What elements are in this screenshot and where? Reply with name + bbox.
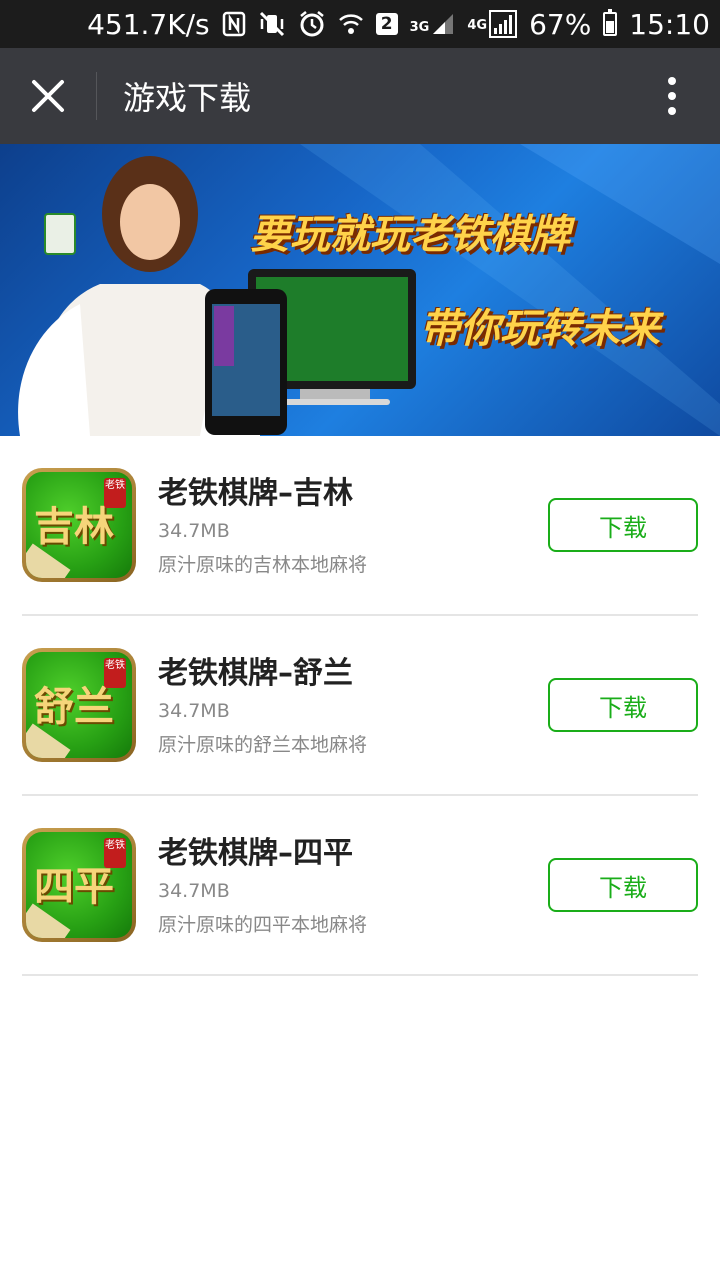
network-3g-label: 3G — [409, 20, 430, 35]
app-icon-text: 舒兰 — [34, 683, 114, 730]
network-speed: 451.7K/s — [87, 7, 210, 41]
app-icon-tag: 老铁 — [104, 478, 126, 508]
app-info: 老铁棋牌–四平 34.7MB 原汁原味的四平本地麻将 — [158, 834, 548, 937]
page-title: 游戏下载 — [123, 79, 252, 117]
app-info: 老铁棋牌–吉林 34.7MB 原汁原味的吉林本地麻将 — [158, 474, 548, 577]
download-button[interactable]: 下载 — [548, 678, 698, 732]
banner-artwork — [18, 144, 720, 436]
list-item: 四平 老铁 老铁棋牌–四平 34.7MB 原汁原味的四平本地麻将 下载 — [22, 796, 698, 976]
app-list: 吉林 老铁 老铁棋牌–吉林 34.7MB 原汁原味的吉林本地麻将 下载 舒兰 老… — [22, 436, 698, 976]
app-icon-tag: 老铁 — [104, 838, 126, 868]
network-4g-label: 4G — [467, 18, 488, 33]
battery-icon — [603, 9, 618, 36]
promo-banner[interactable]: 要玩就玩老铁棋牌 带你玩转未来 — [0, 144, 720, 436]
vibrate-mute-icon — [258, 11, 286, 37]
more-menu-button[interactable] — [624, 48, 720, 144]
title-bar: 游戏下载 — [0, 48, 720, 144]
download-button[interactable]: 下载 — [548, 498, 698, 552]
app-icon-siping[interactable]: 四平 老铁 — [22, 828, 136, 942]
app-size: 34.7MB — [158, 519, 230, 542]
app-description: 原汁原味的四平本地麻将 — [158, 913, 368, 936]
wifi-icon — [338, 12, 364, 36]
app-size: 34.7MB — [158, 699, 230, 722]
clock: 15:10 — [629, 7, 710, 41]
app-icon-text: 吉林 — [34, 503, 114, 550]
sim-badge: 2 — [375, 13, 398, 35]
close-icon — [32, 80, 64, 112]
signal-3g-icon: 3G — [410, 12, 456, 36]
nfc-icon — [222, 11, 246, 37]
app-icon-tag: 老铁 — [104, 658, 126, 688]
app-name: 老铁棋牌–四平 — [158, 835, 353, 871]
close-button[interactable] — [0, 48, 96, 144]
app-icon-text: 四平 — [34, 863, 114, 910]
app-size: 34.7MB — [158, 879, 230, 902]
list-item: 吉林 老铁 老铁棋牌–吉林 34.7MB 原汁原味的吉林本地麻将 下载 — [22, 436, 698, 616]
alarm-icon — [298, 10, 326, 38]
app-icon-jilin[interactable]: 吉林 老铁 — [22, 468, 136, 582]
banner-slogan-1: 要玩就玩老铁棋牌 — [250, 212, 570, 258]
banner-slogan-2: 带你玩转未来 — [420, 306, 660, 352]
app-name: 老铁棋牌–舒兰 — [158, 655, 353, 691]
battery-percent: 67% — [529, 7, 592, 41]
app-description: 原汁原味的吉林本地麻将 — [158, 553, 368, 576]
more-vertical-icon — [668, 77, 676, 115]
signal-4g-icon: 4G — [467, 10, 518, 38]
header-divider — [96, 72, 97, 120]
app-icon-shulan[interactable]: 舒兰 老铁 — [22, 648, 136, 762]
download-button[interactable]: 下载 — [548, 858, 698, 912]
app-info: 老铁棋牌–舒兰 34.7MB 原汁原味的舒兰本地麻将 — [158, 654, 548, 757]
app-description: 原汁原味的舒兰本地麻将 — [158, 733, 368, 756]
app-name: 老铁棋牌–吉林 — [158, 475, 353, 511]
list-item: 舒兰 老铁 老铁棋牌–舒兰 34.7MB 原汁原味的舒兰本地麻将 下载 — [22, 616, 698, 796]
status-bar: 451.7K/s 2 3G 4G 67% 15:10 — [0, 0, 720, 48]
